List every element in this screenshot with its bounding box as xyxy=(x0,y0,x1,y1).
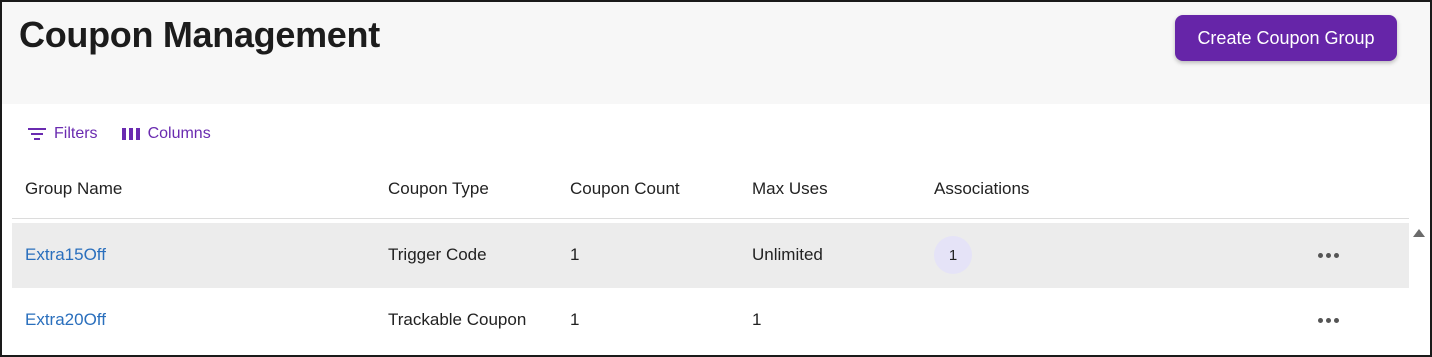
coupon-count-cell: 1 xyxy=(570,245,580,264)
row-actions-more-icon[interactable] xyxy=(1315,243,1341,267)
coupon-count-cell: 1 xyxy=(570,310,580,329)
main-content: Filters Columns Group Name Coupon Type C… xyxy=(2,104,1430,355)
column-header-coupon-count[interactable]: Coupon Count xyxy=(570,179,680,199)
row-actions-more-icon[interactable] xyxy=(1315,308,1341,332)
table-scrollbar[interactable] xyxy=(1409,221,1430,355)
column-header-max-uses[interactable]: Max Uses xyxy=(752,179,828,199)
page-title: Coupon Management xyxy=(19,14,380,55)
columns-icon xyxy=(121,128,140,140)
table-toolbar: Filters Columns xyxy=(28,122,235,146)
column-header-group-name[interactable]: Group Name xyxy=(25,179,122,199)
scroll-up-arrow-icon[interactable] xyxy=(1413,229,1425,237)
filters-button[interactable]: Filters xyxy=(28,125,98,143)
column-header-coupon-type[interactable]: Coupon Type xyxy=(388,179,489,199)
table-header: Group Name Coupon Type Coupon Count Max … xyxy=(12,164,1409,219)
app-window: Coupon Management Create Coupon Group Fi… xyxy=(0,0,1432,357)
coupon-type-cell: Trigger Code xyxy=(388,245,487,264)
group-name-link[interactable]: Extra20Off xyxy=(25,310,106,330)
max-uses-cell: 1 xyxy=(752,310,762,329)
page-header: Coupon Management Create Coupon Group xyxy=(2,2,1430,104)
max-uses-cell: Unlimited xyxy=(752,245,823,264)
create-coupon-group-button[interactable]: Create Coupon Group xyxy=(1175,15,1397,61)
columns-button[interactable]: Columns xyxy=(121,125,211,143)
table-row[interactable]: Extra20Off Trackable Coupon 1 1 xyxy=(12,288,1409,353)
table-row[interactable]: Extra15Off Trigger Code 1 Unlimited 1 xyxy=(12,223,1409,288)
associations-badge[interactable]: 1 xyxy=(934,236,972,274)
filter-icon xyxy=(28,128,46,140)
columns-label: Columns xyxy=(147,125,211,142)
coupon-type-cell: Trackable Coupon xyxy=(388,310,527,329)
group-name-link[interactable]: Extra15Off xyxy=(25,245,106,265)
filters-label: Filters xyxy=(54,125,98,142)
column-header-associations[interactable]: Associations xyxy=(934,179,1029,199)
